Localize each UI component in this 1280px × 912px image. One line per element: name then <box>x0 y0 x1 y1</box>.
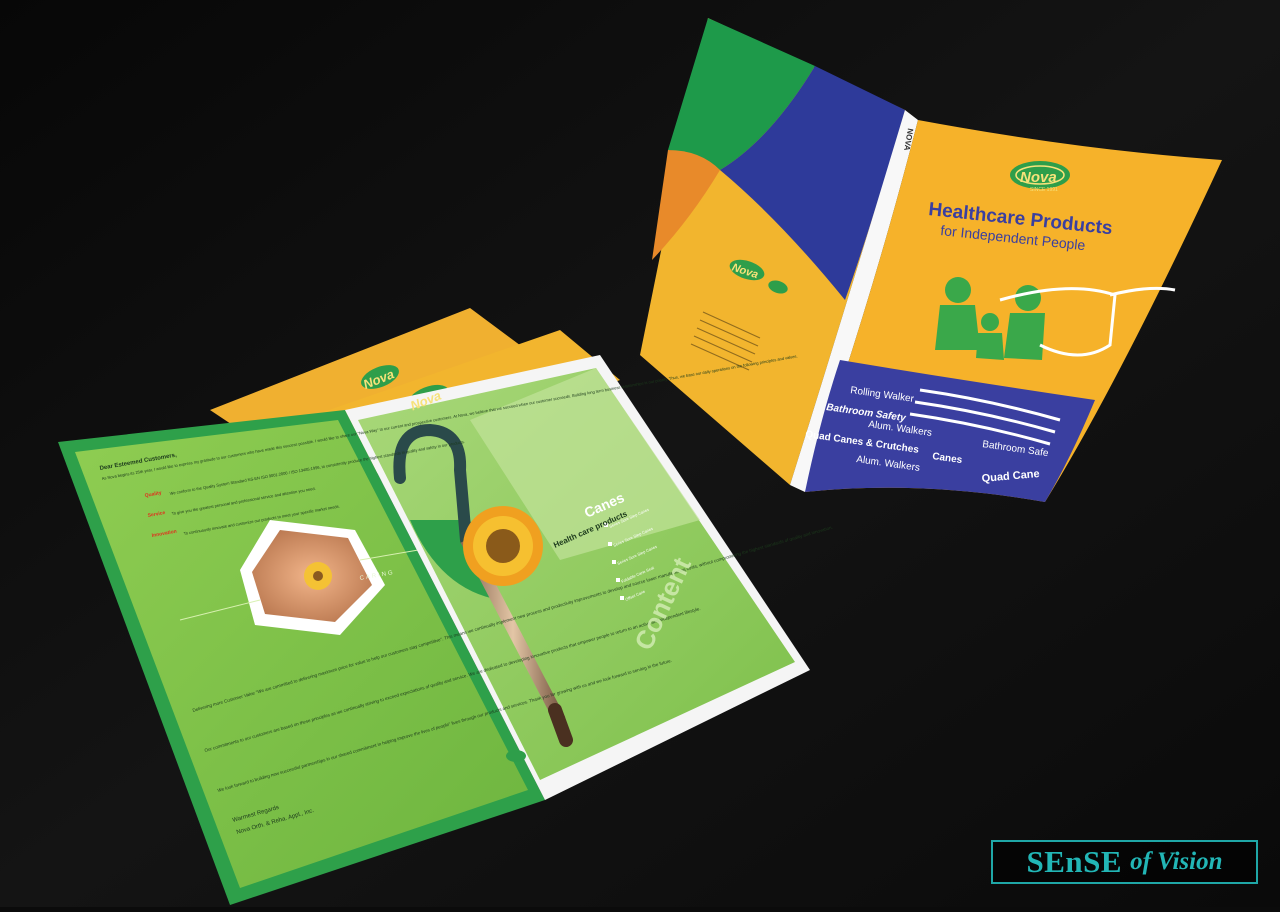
small-logo-icon <box>506 750 526 762</box>
watermark-part-2: of Vision <box>1130 848 1223 875</box>
cover-logo-subtext: SINCE 1991 <box>1030 187 1058 193</box>
cover-logo-text: Nova <box>1020 169 1057 186</box>
watermark-part-1: SEnSE <box>1026 844 1123 879</box>
watermark: SEnSE of Vision <box>991 840 1258 884</box>
brochure-photo: Nova Nova Nova Nova SINCE 1991 Healthcar… <box>0 0 1280 907</box>
sunflower <box>463 506 543 586</box>
photo-svg: Nova Nova Nova Nova SINCE 1991 Healthcar… <box>0 0 1280 907</box>
